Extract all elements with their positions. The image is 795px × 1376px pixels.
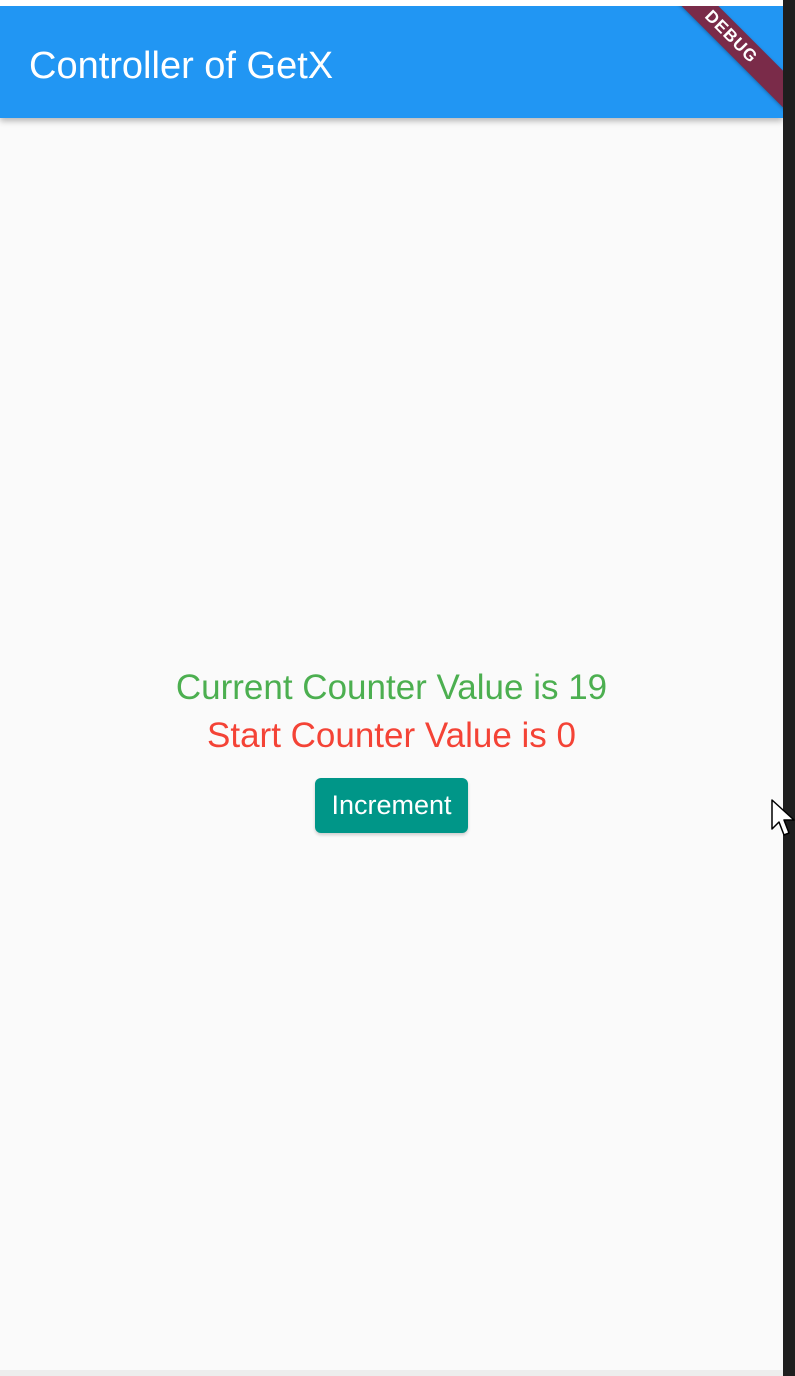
- app-bar: Controller of GetX: [0, 6, 783, 118]
- window-bottom-edge: [0, 1370, 783, 1376]
- app-bar-title: Controller of GetX: [29, 45, 334, 87]
- start-counter-text: Start Counter Value is 0: [207, 716, 576, 755]
- current-counter-text: Current Counter Value is 19: [175, 668, 608, 707]
- app-window: Controller of GetX DEBUG Current Counter…: [0, 6, 783, 1376]
- mouse-pointer-icon: [771, 799, 795, 836]
- counter-section: Current Counter Value is 19 Start Counte…: [0, 664, 783, 833]
- increment-button[interactable]: Increment: [315, 778, 468, 833]
